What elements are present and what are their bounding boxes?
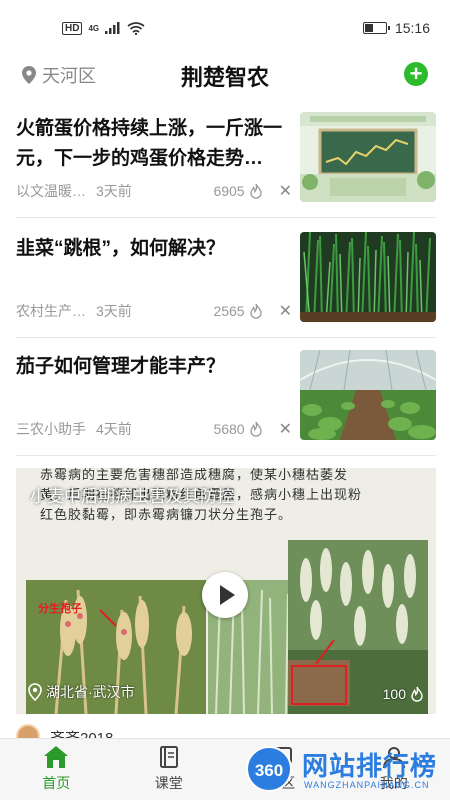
nav-classroom[interactable]: 课堂 <box>113 739 226 800</box>
home-icon <box>44 746 69 768</box>
nav-home-label: 首页 <box>42 775 71 791</box>
flame-icon <box>249 183 262 199</box>
news-headline[interactable]: 茄子如何管理才能丰产？ <box>16 352 286 382</box>
nav-community-label: 社区 <box>267 775 296 791</box>
video-location-label: 湖北省·武汉市 <box>46 684 135 700</box>
location-pin-icon <box>28 683 42 701</box>
news-item[interactable]: 茄子如何管理才能丰产？ 三农小助手 4天前 5680 ✕ <box>16 338 436 456</box>
flame-icon <box>249 303 262 319</box>
news-time: 3天前 <box>96 303 132 319</box>
dismiss-icon[interactable]: ✕ <box>279 301 292 321</box>
signal-icon <box>105 22 120 34</box>
nav-community[interactable]: 社区 <box>225 739 338 800</box>
nav-profile[interactable]: 我的 <box>338 739 450 800</box>
news-headline[interactable]: 韭菜“跳根”，如何解决？ <box>16 234 286 264</box>
flame-icon <box>411 686 423 702</box>
video-text-line: 赤霉病的主要危害穗部造成穗腐，使某小穗枯萎发 <box>40 468 349 483</box>
news-item[interactable]: 火箭蛋价格持续上涨，一斤涨一元，下一步的鸡蛋价格走势… 以文温暖… 3天前 69… <box>16 100 436 218</box>
svg-text:分生孢子: 分生孢子 <box>38 601 82 615</box>
heat-count-value: 2565 <box>213 303 245 319</box>
profile-icon <box>382 747 405 769</box>
news-source: 以文温暖… <box>16 183 86 199</box>
video-title[interactable]: 小麦中后期病虫害及其防控 <box>30 482 234 507</box>
news-thumbnail[interactable] <box>300 232 436 322</box>
video-heat-count: 100 <box>383 686 424 702</box>
play-icon[interactable] <box>202 572 248 618</box>
video-location: 湖北省·武汉市 <box>28 682 135 702</box>
news-thumbnail[interactable] <box>300 350 436 440</box>
heat-count: 2565 <box>213 303 262 319</box>
clock: 15:16 <box>394 20 430 36</box>
video-heat-value: 100 <box>382 686 406 702</box>
video-card[interactable]: 赤霉病的主要危害穗部造成穗腐，使某小穗枯萎发 黄，后期在穗部出现粉红色霉层，感病… <box>16 468 436 714</box>
app-header: 天河区 荆楚智农 + <box>0 56 450 96</box>
heat-count-value: 6905 <box>213 183 245 199</box>
nav-profile-label: 我的 <box>379 775 408 791</box>
status-bar: HD 4G 15:16 <box>0 0 450 56</box>
plus-circle-icon[interactable]: + <box>404 62 428 86</box>
bottom-nav: 首页 课堂 社区 我的 <box>0 738 450 800</box>
book-icon <box>159 746 178 768</box>
heat-count-value: 5680 <box>213 421 245 437</box>
news-time: 4天前 <box>96 421 132 437</box>
heat-count: 5680 <box>213 421 262 437</box>
nav-home[interactable]: 首页 <box>0 739 113 800</box>
nav-classroom-label: 课堂 <box>154 775 183 791</box>
news-source: 三农小助手 <box>16 421 86 437</box>
news-headline[interactable]: 火箭蛋价格持续上涨，一斤涨一元，下一步的鸡蛋价格走势… <box>16 114 286 174</box>
app-title: 荆楚智农 <box>180 65 269 90</box>
heat-count: 6905 <box>213 183 262 199</box>
news-item[interactable]: 韭菜“跳根”，如何解决？ 农村生产… 3天前 2565 ✕ <box>16 220 436 338</box>
news-thumbnail[interactable] <box>300 112 436 202</box>
news-meta: 农村生产… 3天前 2565 ✕ <box>16 301 292 321</box>
hd-indicator: HD <box>62 21 83 35</box>
news-meta: 三农小助手 4天前 5680 ✕ <box>16 419 292 439</box>
battery-icon <box>362 22 390 34</box>
dismiss-icon[interactable]: ✕ <box>279 419 292 439</box>
network-type: 4G <box>88 23 100 33</box>
dismiss-icon[interactable]: ✕ <box>279 181 292 201</box>
news-time: 3天前 <box>96 183 132 199</box>
news-meta: 以文温暖… 3天前 6905 ✕ <box>16 181 292 201</box>
flame-icon <box>249 421 262 437</box>
wifi-icon <box>127 21 145 35</box>
news-source: 农村生产… <box>16 303 86 319</box>
community-icon <box>270 747 293 767</box>
